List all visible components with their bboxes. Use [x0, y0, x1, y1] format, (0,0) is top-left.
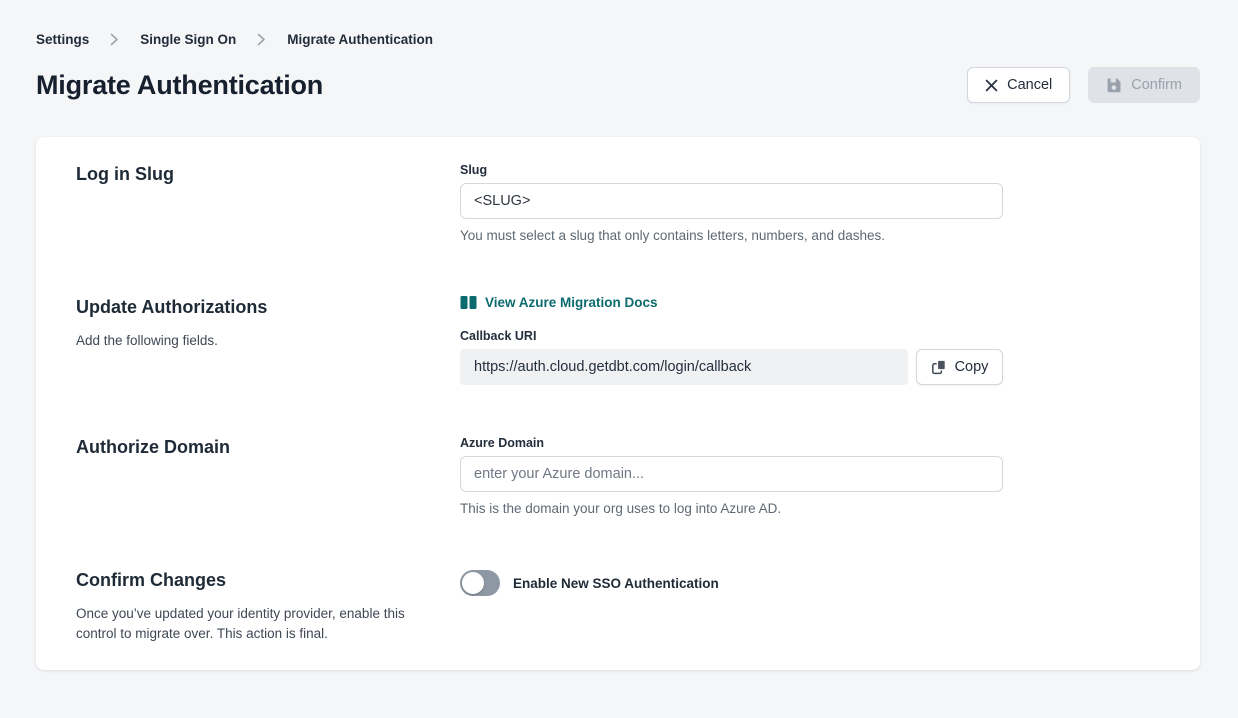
section-heading-update-authorizations: Update Authorizations — [76, 295, 430, 319]
breadcrumb-settings[interactable]: Settings — [36, 32, 89, 47]
chevron-right-icon — [110, 33, 119, 46]
update-authorizations-description: Add the following fields. — [76, 331, 408, 351]
book-icon — [460, 295, 477, 310]
azure-migration-docs-link[interactable]: View Azure Migration Docs — [460, 295, 658, 310]
callback-uri-value: https://auth.cloud.getdbt.com/login/call… — [460, 349, 908, 385]
copy-button-label: Copy — [955, 359, 989, 375]
azure-domain-helper-text: This is the domain your org uses to log … — [460, 500, 1003, 518]
section-confirm-changes: Confirm Changes Once you’ve updated your… — [76, 568, 1160, 644]
settings-card: Log in Slug Slug You must select a slug … — [36, 137, 1200, 670]
cancel-button[interactable]: Cancel — [967, 67, 1070, 103]
page-header: Settings Single Sign On Migrate Authenti… — [0, 32, 1238, 103]
breadcrumb: Settings Single Sign On Migrate Authenti… — [36, 32, 1200, 47]
breadcrumb-single-sign-on[interactable]: Single Sign On — [140, 32, 236, 47]
copy-icon — [931, 359, 947, 375]
cancel-button-label: Cancel — [1007, 77, 1052, 93]
breadcrumb-current-page: Migrate Authentication — [287, 32, 433, 47]
chevron-right-icon — [257, 33, 266, 46]
section-update-authorizations: Update Authorizations Add the following … — [76, 295, 1160, 385]
enable-sso-toggle-label: Enable New SSO Authentication — [513, 576, 719, 591]
section-heading-confirm-changes: Confirm Changes — [76, 568, 430, 592]
section-authorize-domain: Authorize Domain Azure Domain This is th… — [76, 435, 1160, 518]
slug-helper-text: You must select a slug that only contain… — [460, 227, 1003, 245]
section-heading-authorize-domain: Authorize Domain — [76, 435, 430, 459]
callback-uri-field-label: Callback URI — [460, 328, 1003, 344]
azure-domain-field-label: Azure Domain — [460, 435, 1003, 451]
enable-sso-toggle[interactable] — [460, 570, 500, 596]
section-heading-login-slug: Log in Slug — [76, 162, 430, 186]
confirm-button[interactable]: Confirm — [1088, 67, 1200, 103]
azure-migration-docs-link-label: View Azure Migration Docs — [485, 295, 658, 310]
x-icon — [985, 79, 998, 92]
confirm-changes-description: Once you’ve updated your identity provid… — [76, 604, 408, 644]
confirm-button-label: Confirm — [1131, 77, 1182, 93]
save-icon — [1106, 77, 1122, 93]
page-title: Migrate Authentication — [36, 70, 323, 101]
section-login-slug: Log in Slug Slug You must select a slug … — [76, 162, 1160, 245]
header-actions: Cancel Confirm — [967, 67, 1200, 103]
azure-domain-input[interactable] — [460, 456, 1003, 492]
toggle-knob — [462, 572, 484, 594]
copy-button[interactable]: Copy — [916, 349, 1003, 385]
slug-input[interactable] — [460, 183, 1003, 219]
slug-field-label: Slug — [460, 162, 1003, 178]
